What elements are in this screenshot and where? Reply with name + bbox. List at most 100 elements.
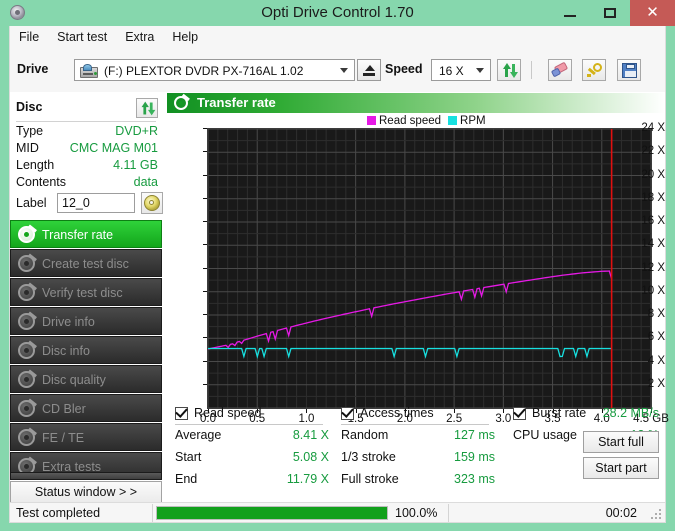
refresh-arrows-icon xyxy=(502,63,518,78)
menu-item-start-test[interactable]: Start test xyxy=(48,26,116,48)
disc-icon xyxy=(18,255,35,272)
legend-swatch xyxy=(448,116,457,125)
toolbar-divider xyxy=(531,61,532,79)
y-axis-tick-label: 2 X xyxy=(629,378,665,390)
disc-icon xyxy=(18,342,35,359)
disc-contents-value: data xyxy=(134,175,158,189)
sidebar-item-disc-info[interactable]: Disc info xyxy=(10,336,162,364)
stat-row-third-stroke: 1/3 stroke 159 ms xyxy=(341,447,501,469)
access-times-checkbox[interactable] xyxy=(341,407,354,420)
erase-disc-button[interactable] xyxy=(548,59,572,81)
y-axis-tick-label: 16 X xyxy=(629,215,665,227)
y-axis-tick-mark xyxy=(203,337,207,338)
chart-svg xyxy=(208,129,651,408)
disc-length-value: 4.11 GB xyxy=(113,158,158,172)
disc-icon xyxy=(18,313,35,330)
status-bar: Test completed 100.0% 00:02 xyxy=(9,502,666,523)
minimize-button[interactable] xyxy=(550,0,590,26)
eject-button[interactable] xyxy=(357,59,381,81)
plot-area[interactable] xyxy=(207,128,652,409)
disc-refresh-button[interactable] xyxy=(136,98,158,118)
sidebar-item-label: Disc info xyxy=(42,337,90,365)
stat-value: 11.79 X xyxy=(283,472,329,486)
drive-label: Drive xyxy=(17,62,48,76)
y-axis-tick-mark xyxy=(203,221,207,222)
start-part-button[interactable]: Start part xyxy=(583,457,659,479)
stat-value: 8.41 X xyxy=(283,428,329,442)
sidebar-item-label: FE / TE xyxy=(42,424,84,452)
sidebar-item-transfer-rate[interactable]: Transfer rate xyxy=(10,220,162,248)
resize-grip[interactable] xyxy=(651,509,661,519)
y-axis-tick-label: 8 X xyxy=(629,308,665,320)
menu-item-help[interactable]: Help xyxy=(163,26,207,48)
disc-mid-value: CMC MAG M01 xyxy=(70,141,158,155)
y-axis-tick-label: 24 X xyxy=(629,122,665,134)
y-axis-tick-label: 12 X xyxy=(629,262,665,274)
y-axis-tick-mark xyxy=(203,314,207,315)
sidebar-item-label: Verify test disc xyxy=(42,279,123,307)
stat-key: Random xyxy=(341,428,388,442)
key-button[interactable] xyxy=(582,59,606,81)
sidebar-item-verify-test-disc[interactable]: Verify test disc xyxy=(10,278,162,306)
disc-icon xyxy=(18,429,35,446)
disc-label-input[interactable]: 12_0 xyxy=(57,193,135,213)
disc-icon xyxy=(174,96,188,110)
menu-item-file[interactable]: File xyxy=(10,26,48,48)
y-axis-tick-label: 14 X xyxy=(629,238,665,250)
stat-row-full-stroke: Full stroke 323 ms xyxy=(341,469,501,491)
read-speed-checkbox[interactable] xyxy=(175,407,188,420)
stat-value: 323 ms xyxy=(449,472,495,486)
stat-key: End xyxy=(175,472,197,486)
y-axis-tick-label: 18 X xyxy=(629,192,665,204)
disc-divider xyxy=(16,121,156,122)
disc-label-key: Label xyxy=(16,196,47,210)
y-axis-tick-mark xyxy=(203,175,207,176)
sidebar-item-label: Transfer rate xyxy=(42,221,113,249)
start-full-button[interactable]: Start full xyxy=(583,431,659,453)
sidebar-item-label: Create test disc xyxy=(42,250,129,278)
save-button[interactable] xyxy=(617,59,641,81)
disc-type-key: Type xyxy=(16,124,43,138)
disc-info-row-contents: Contents data xyxy=(10,175,162,192)
app-window: Opti Drive Control 1.70 ✕ File Start tes… xyxy=(0,0,675,531)
disc-icon xyxy=(18,371,35,388)
y-axis-tick-mark xyxy=(203,198,207,199)
sidebar-item-fe-te[interactable]: FE / TE xyxy=(10,423,162,451)
y-axis-tick-mark xyxy=(203,384,207,385)
maximize-button[interactable] xyxy=(590,0,630,26)
refresh-button[interactable] xyxy=(497,59,521,81)
access-times-checkbox-label: Access times xyxy=(360,406,434,420)
chevron-down-icon xyxy=(340,68,348,73)
y-axis-tick-mark xyxy=(203,268,207,269)
y-axis-tick-mark xyxy=(203,291,207,292)
sidebar-item-create-test-disc[interactable]: Create test disc xyxy=(10,249,162,277)
status-divider xyxy=(152,504,153,522)
menu-bar: File Start test Extra Help xyxy=(9,26,666,48)
toolbar: Drive (F:) PLEXTOR DVDR PX-716AL 1.02 Sp… xyxy=(9,48,666,92)
progress-bar xyxy=(156,506,388,520)
burst-rate-checkbox[interactable] xyxy=(513,407,526,420)
y-axis-tick-label: 10 X xyxy=(629,285,665,297)
speed-select[interactable]: 16 X xyxy=(431,59,491,81)
speed-label: Speed xyxy=(385,62,423,76)
drive-select[interactable]: (F:) PLEXTOR DVDR PX-716AL 1.02 xyxy=(74,59,355,81)
status-window-button[interactable]: Status window > > xyxy=(10,481,162,503)
sidebar-item-label: Drive info xyxy=(42,308,95,336)
eject-icon xyxy=(365,65,375,71)
stat-key: 1/3 stroke xyxy=(341,450,396,464)
sidebar-item-cd-bler[interactable]: CD Bler xyxy=(10,394,162,422)
disc-label-button[interactable] xyxy=(141,192,163,214)
sidebar-item-drive-info[interactable]: Drive info xyxy=(10,307,162,335)
stat-value: 127 ms xyxy=(449,428,495,442)
close-button[interactable]: ✕ xyxy=(630,0,675,26)
stat-row-start: Start 5.08 X xyxy=(175,447,335,469)
stats-column-access-times: Access times Random 127 ms 1/3 stroke 15… xyxy=(341,405,501,491)
progress-bar-fill xyxy=(157,507,387,519)
disc-icon xyxy=(18,400,35,417)
read-speed-checkbox-row: Read speed xyxy=(175,405,335,425)
stat-key: CPU usage xyxy=(513,428,577,442)
speed-select-value: 16 X xyxy=(439,60,464,82)
menu-item-extra[interactable]: Extra xyxy=(116,26,163,48)
sidebar-item-disc-quality[interactable]: Disc quality xyxy=(10,365,162,393)
sidebar-item-label: CD Bler xyxy=(42,395,86,423)
